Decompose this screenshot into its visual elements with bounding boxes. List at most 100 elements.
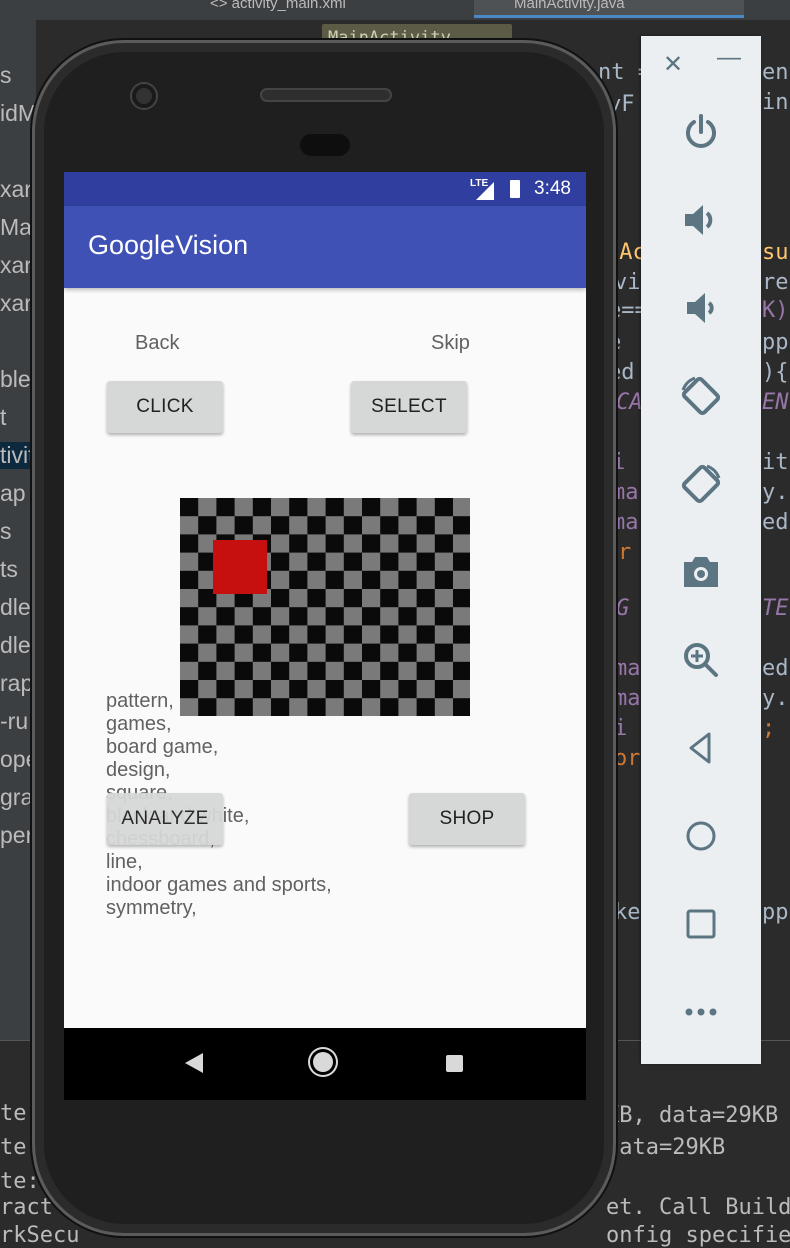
- project-item[interactable]: xar: [0, 176, 32, 203]
- project-item[interactable]: dle: [0, 632, 31, 659]
- ide-tab-main-activity[interactable]: MainActivity.java: [474, 0, 744, 18]
- label-item: line,: [106, 851, 143, 873]
- code-fragment: pp: [762, 900, 789, 925]
- project-item[interactable]: s: [0, 62, 12, 89]
- board-square: [343, 552, 363, 572]
- zoom-button[interactable]: [641, 630, 761, 690]
- board-square: [416, 680, 436, 699]
- code-fragment: ke: [614, 900, 641, 925]
- project-item[interactable]: Ma: [0, 214, 32, 241]
- minimize-icon[interactable]: —: [717, 44, 741, 72]
- project-item[interactable]: ope: [0, 746, 36, 773]
- volume-down-button[interactable]: [641, 278, 761, 338]
- overview-button[interactable]: [641, 894, 761, 954]
- board-square: [343, 570, 363, 590]
- more-button[interactable]: [641, 982, 761, 1042]
- back-icon: [689, 732, 711, 764]
- board-square: [271, 570, 290, 590]
- close-icon[interactable]: ✕: [663, 50, 683, 79]
- board-square: [380, 570, 399, 590]
- board-square: [416, 589, 436, 608]
- code-fragment: EN: [762, 390, 789, 415]
- project-item[interactable]: xar: [0, 252, 32, 279]
- project-item[interactable]: ap: [0, 480, 26, 507]
- board-square: [398, 589, 418, 608]
- back-button[interactable]: [641, 718, 761, 778]
- board-square: [307, 498, 327, 517]
- board-square: [325, 552, 345, 572]
- code-fragment: it: [762, 450, 789, 475]
- board-square: [289, 570, 308, 590]
- project-item[interactable]: rap: [0, 670, 33, 697]
- nav-recents-icon[interactable]: [446, 1055, 463, 1072]
- project-item[interactable]: t: [0, 404, 6, 431]
- code-fragment: K): [762, 298, 789, 323]
- board-square: [434, 552, 454, 572]
- board-square: [325, 661, 345, 681]
- board-square: [252, 607, 272, 626]
- board-square: [434, 661, 454, 681]
- project-item[interactable]: -ru: [0, 708, 28, 735]
- board-square: [362, 589, 381, 608]
- board-square: [453, 498, 470, 517]
- app-title: GoogleVision: [88, 230, 249, 260]
- board-square: [453, 589, 470, 608]
- board-square: [325, 625, 345, 645]
- board-square: [216, 625, 236, 645]
- back-text[interactable]: Back: [135, 332, 179, 355]
- log-line: KB, data=29KB: [606, 1103, 779, 1128]
- select-button[interactable]: SELECT: [351, 381, 467, 433]
- home-button[interactable]: [641, 806, 761, 866]
- shop-button[interactable]: SHOP: [409, 793, 525, 845]
- project-item[interactable]: ts: [0, 556, 18, 583]
- board-square: [362, 680, 381, 699]
- board-square: [453, 661, 470, 681]
- project-item[interactable]: s: [0, 518, 12, 545]
- project-item[interactable]: idM: [0, 100, 36, 127]
- project-item[interactable]: dle: [0, 594, 31, 621]
- board-square: [234, 498, 254, 517]
- board-square: [289, 607, 308, 626]
- volume-up-button[interactable]: [641, 190, 761, 250]
- screenshot-button[interactable]: [641, 542, 761, 602]
- board-square: [434, 680, 454, 699]
- nav-home-icon[interactable]: [313, 1052, 333, 1072]
- board-square: [434, 534, 454, 554]
- board-square: [325, 498, 345, 517]
- nav-back-icon[interactable]: [185, 1053, 203, 1073]
- rotate-left-button[interactable]: [641, 366, 761, 426]
- board-square: [362, 570, 381, 590]
- code-fragment: ;: [762, 716, 776, 741]
- rotate-right-icon: [681, 464, 721, 504]
- board-square: [198, 498, 217, 517]
- project-item-selected[interactable]: tivit: [0, 442, 36, 469]
- board-square: [198, 661, 217, 681]
- project-item[interactable]: ble: [0, 366, 31, 393]
- board-square: [198, 643, 217, 663]
- board-square: [216, 498, 236, 517]
- board-square: [180, 607, 199, 626]
- project-item[interactable]: gra: [0, 784, 33, 811]
- code-fragment: G: [616, 596, 630, 621]
- board-square: [271, 661, 290, 681]
- board-square: [380, 661, 399, 681]
- click-button[interactable]: CLICK: [107, 381, 223, 433]
- board-square: [362, 498, 381, 517]
- project-item[interactable]: xar: [0, 290, 32, 317]
- skip-text[interactable]: Skip: [431, 332, 470, 355]
- board-square: [180, 570, 199, 590]
- board-square: [434, 498, 454, 517]
- board-square: [362, 643, 381, 663]
- board-square: [398, 625, 418, 645]
- project-item[interactable]: per: [0, 822, 33, 849]
- rotate-right-button[interactable]: [641, 454, 761, 514]
- code-fragment: ma: [614, 686, 641, 711]
- code-fragment: y.: [762, 480, 789, 505]
- analyze-button[interactable]: ANALYZE: [107, 793, 223, 845]
- power-button[interactable]: [641, 102, 761, 162]
- board-square: [325, 534, 345, 554]
- board-square: [398, 680, 418, 699]
- ide-tab-activity-main[interactable]: <> activity_main.xml: [210, 0, 460, 18]
- board-square: [307, 625, 327, 645]
- board-square: [271, 498, 290, 517]
